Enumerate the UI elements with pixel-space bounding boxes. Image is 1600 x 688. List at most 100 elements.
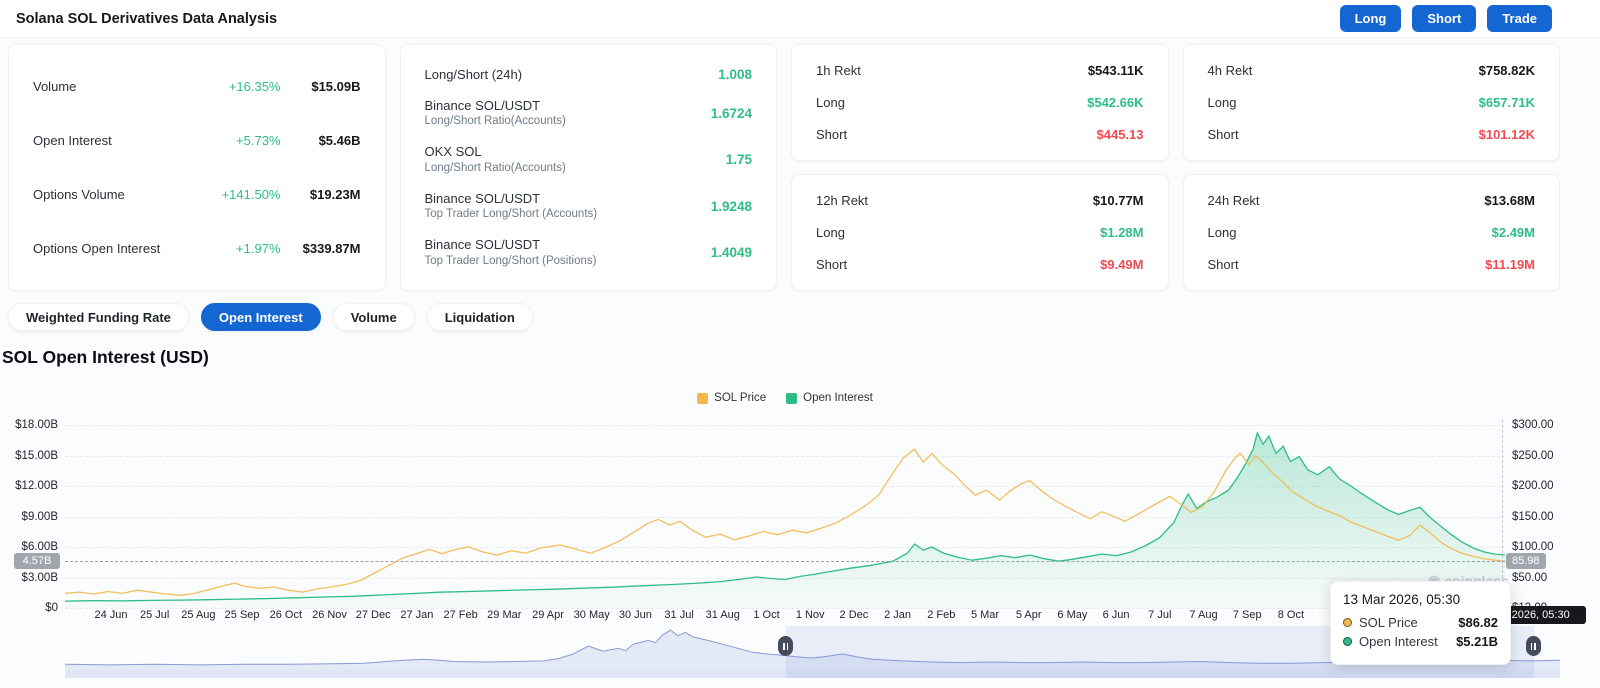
ratio-labels: Binance SOL/USDT Top Trader Long/Short (P…	[425, 236, 711, 269]
crosshair-right-value-badge: 85.98	[1506, 553, 1546, 569]
navigator-right-handle-icon[interactable]	[1525, 636, 1541, 656]
x-axis-label: 25 Sep	[224, 609, 260, 621]
rekt-short-label: Short	[816, 126, 848, 142]
x-axis-label: 7 Sep	[1232, 609, 1262, 621]
x-axis-label: 6 Jun	[1102, 609, 1130, 621]
x-axis-label: 1 Oct	[753, 609, 780, 621]
rekt-short-value: $445.13	[1096, 126, 1144, 142]
rekt-card-1h-rekt: 1h Rekt $543.11K Long $542.66K Short $445.13	[791, 44, 1169, 161]
navigator-left-handle-icon[interactable]	[778, 636, 794, 656]
tab-open-interest[interactable]: Open Interest	[200, 303, 321, 331]
legend-item-open-interest[interactable]: Open Interest	[786, 392, 873, 404]
ratio-label: Binance SOL/USDT	[424, 237, 541, 253]
stat-row-volume: Volume +16.35% $15.09B	[33, 79, 361, 94]
x-axis-label: 25 Jul	[140, 609, 170, 621]
stat-value: $339.87M	[302, 241, 361, 257]
ratio-row-binance-sol-usdt-top-trader-long-short-accounts: Binance SOL/USDT Top Trader Long/Short (A…	[425, 190, 753, 223]
x-axis-label: 31 Jul	[664, 609, 694, 621]
rekt-total-row: 4h Rekt $758.82K	[1208, 63, 1536, 78]
y-axis-label-left: $0	[45, 602, 58, 614]
y-axis-label-left: $15.00B	[15, 449, 58, 462]
y-axis-label-left: $18.00B	[15, 419, 58, 431]
y-axis-label-right: $200.00	[1512, 480, 1554, 492]
page: Solana SOL Derivatives Data Analysis Lon…	[0, 0, 1600, 688]
tooltip-row-sol-price: SOL Price $86.82	[1343, 615, 1498, 630]
rekt-column-left: 1h Rekt $543.11K Long $542.66K Short $445.13 1…	[791, 44, 1169, 291]
y-axis-label-left: $9.00B	[21, 510, 58, 523]
topbar: Solana SOL Derivatives Data Analysis Lon…	[0, 0, 1600, 38]
rekt-title: 1h Rekt	[816, 63, 861, 79]
rekt-card-12h-rekt: 12h Rekt $10.77M Long $1.28M Short $9.49M	[791, 174, 1169, 291]
stat-label: Volume	[33, 78, 77, 94]
x-axis-label: 30 May	[573, 609, 610, 621]
tooltip-date: 13 Mar 2026, 05:30	[1343, 592, 1461, 607]
ratio-sublabel: Top Trader Long/Short (Accounts)	[424, 208, 598, 221]
series-dot-icon	[1343, 637, 1352, 646]
legend-label: SOL Price	[714, 392, 767, 404]
y-axis-label-right: $150.00	[1512, 510, 1554, 523]
tab-volume[interactable]: Volume	[332, 303, 415, 331]
ratio-value: 1.9248	[710, 198, 752, 214]
rekt-total-row: 1h Rekt $543.11K	[816, 63, 1144, 78]
ratio-value: 1.4049	[710, 245, 752, 261]
x-axis-label: 7 Aug	[1189, 609, 1218, 621]
rekt-short-row: Short $445.13	[816, 127, 1144, 142]
crosshair-left-value-badge: 4.57B	[14, 553, 60, 569]
rekt-short-row: Short $101.12K	[1208, 127, 1536, 142]
x-axis-label: 27 Dec	[355, 609, 391, 621]
tooltip-series-label: SOL Price	[1359, 615, 1418, 630]
rekt-title: 12h Rekt	[816, 193, 869, 209]
series-dot-icon	[1343, 618, 1352, 627]
x-axis-label: 2 Dec	[839, 609, 869, 621]
ratio-label: OKX SOL	[424, 144, 482, 160]
ratio-labels: Binance SOL/USDT Top Trader Long/Short (A…	[425, 190, 711, 223]
stat-label: Options Volume	[33, 187, 125, 203]
stat-change: +141.50%	[221, 187, 281, 203]
y-axis-label-left: $3.00B	[21, 571, 58, 584]
rekt-long-row: Long $657.71K	[1208, 95, 1536, 110]
trade-button[interactable]: Trade	[1487, 5, 1552, 32]
ratio-value: 1.75	[725, 152, 752, 168]
topbar-actions: Long Short Trade	[1339, 5, 1552, 32]
tooltip-series-value: $86.82	[1458, 615, 1498, 630]
stat-value: $5.46B	[318, 132, 361, 148]
stat-row-open-interest: Open Interest +5.73% $5.46B	[33, 133, 361, 148]
rekt-long-row: Long $542.66K	[816, 95, 1144, 110]
short-button[interactable]: Short	[1412, 5, 1477, 32]
rekt-total-value: $758.82K	[1478, 63, 1535, 79]
page-title: Solana SOL Derivatives Data Analysis	[16, 10, 278, 27]
rekt-short-row: Short $11.19M	[1208, 257, 1536, 272]
ratio-sublabel: Top Trader Long/Short (Positions)	[424, 254, 597, 267]
main-chart[interactable]	[65, 418, 1505, 608]
x-axis-label: 7 Jul	[1148, 609, 1172, 621]
x-axis-label: 25 Aug	[181, 609, 216, 621]
ratio-labels: Binance SOL/USDT Long/Short Ratio(Account…	[425, 97, 711, 130]
rekt-long-label: Long	[1207, 94, 1237, 110]
rekt-short-label: Short	[816, 256, 848, 272]
rekt-long-label: Long	[816, 224, 845, 240]
y-axis-label-right: $250.00	[1512, 449, 1554, 462]
x-axis-label: 31 Aug	[705, 609, 740, 621]
ratio-sublabel: Long/Short Ratio(Accounts)	[424, 115, 566, 128]
rekt-card-24h-rekt: 24h Rekt $13.68M Long $2.49M Short $11.19M	[1182, 174, 1560, 291]
legend-item-sol-price[interactable]: SOL Price	[697, 392, 766, 404]
x-axis-label: 1 Nov	[795, 609, 825, 621]
stat-row-options-volume: Options Volume +141.50% $19.23M	[33, 187, 361, 202]
tab-weighted-funding-rate[interactable]: Weighted Funding Rate	[8, 303, 189, 331]
rekt-long-label: Long	[1207, 224, 1237, 240]
x-axis-label: 29 Mar	[487, 609, 522, 621]
ratio-labels: OKX SOL Long/Short Ratio(Accounts)	[425, 143, 726, 176]
rekt-title: 4h Rekt	[1207, 63, 1253, 79]
rekt-short-label: Short	[1207, 256, 1239, 272]
rekt-long-value: $657.71K	[1478, 94, 1535, 110]
y-axis-label-left: $12.00B	[15, 480, 58, 492]
long-button[interactable]: Long	[1339, 5, 1402, 32]
rekt-long-value: $542.66K	[1087, 94, 1144, 110]
tab-liquidation[interactable]: Liquidation	[426, 303, 533, 331]
stat-change: +5.73%	[236, 132, 281, 148]
rekt-long-value: $2.49M	[1491, 224, 1535, 240]
rekt-short-value: $9.49M	[1100, 256, 1144, 272]
x-axis-label: 5 Apr	[1015, 609, 1042, 621]
x-axis-label: 8 Oct	[1277, 609, 1305, 621]
ratio-row-binance-sol-usdt-long-short-ratio-accounts: Binance SOL/USDT Long/Short Ratio(Account…	[425, 97, 753, 130]
